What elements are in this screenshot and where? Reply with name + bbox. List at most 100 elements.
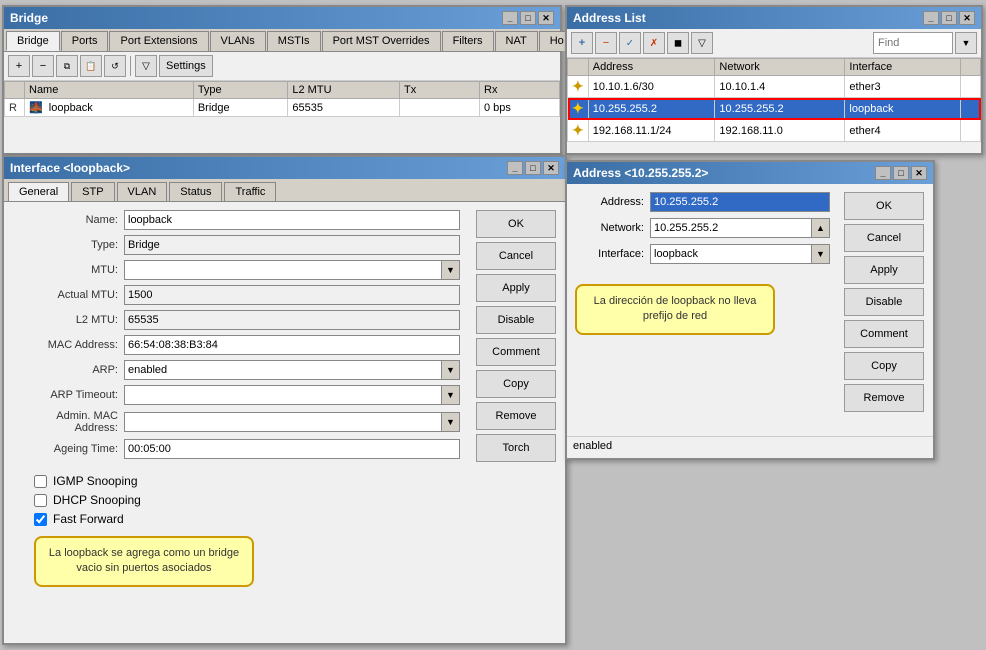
- tab-port-mst[interactable]: Port MST Overrides: [322, 31, 441, 51]
- addr-dialog-maximize-btn[interactable]: □: [893, 166, 909, 180]
- addr-ok-btn[interactable]: OK: [844, 192, 924, 220]
- addr-network-arrow[interactable]: ▲: [812, 218, 830, 238]
- loopback-tooltip-area: La loopback se agrega como un bridge vac…: [34, 536, 254, 587]
- add-btn[interactable]: +: [8, 55, 30, 77]
- iface-maximize-btn[interactable]: □: [525, 161, 541, 175]
- addr-interface-input[interactable]: [650, 244, 812, 264]
- tab-vlan[interactable]: VLAN: [117, 182, 168, 201]
- admin-mac-dropdown-btn[interactable]: ▼: [442, 412, 460, 432]
- copy-btn[interactable]: ⧉: [56, 55, 78, 77]
- settings-btn[interactable]: Settings: [159, 55, 213, 77]
- search-input[interactable]: [873, 32, 953, 54]
- tab-general[interactable]: General: [8, 182, 69, 201]
- igmp-checkbox[interactable]: [34, 475, 47, 488]
- arp-input[interactable]: [124, 360, 442, 380]
- disable-button[interactable]: Disable: [476, 306, 556, 334]
- iface-minimize-btn[interactable]: _: [507, 161, 523, 175]
- addr-minimize-btn[interactable]: _: [923, 11, 939, 25]
- addr-col-interface[interactable]: Interface: [845, 59, 961, 76]
- tab-ports[interactable]: Ports: [61, 31, 109, 51]
- remove-btn[interactable]: −: [32, 55, 54, 77]
- torch-button[interactable]: Torch: [476, 434, 556, 462]
- tab-port-extensions[interactable]: Port Extensions: [109, 31, 208, 51]
- remove-button[interactable]: Remove: [476, 402, 556, 430]
- ageing-row: Ageing Time:: [14, 439, 460, 459]
- iface-close-btn[interactable]: ✕: [543, 161, 559, 175]
- dhcp-checkbox[interactable]: [34, 494, 47, 507]
- addr-dialog-close-btn[interactable]: ✕: [911, 166, 927, 180]
- addr-row-3[interactable]: ✦ 192.168.11.1/24 192.168.11.0 ether4: [568, 120, 981, 142]
- reset-btn[interactable]: ↺: [104, 55, 126, 77]
- tab-status[interactable]: Status: [169, 182, 222, 201]
- addr-filter-btn[interactable]: ▽: [691, 32, 713, 54]
- addr-dialog-minimize-btn[interactable]: _: [875, 166, 891, 180]
- tab-traffic[interactable]: Traffic: [224, 182, 276, 201]
- addr-status-bar: enabled: [567, 436, 933, 458]
- tab-bridge[interactable]: Bridge: [6, 31, 60, 51]
- col-rx[interactable]: Rx: [480, 82, 560, 99]
- tab-filters[interactable]: Filters: [442, 31, 494, 51]
- bridge-close-btn[interactable]: ✕: [538, 11, 554, 25]
- arp-timeout-input[interactable]: [124, 385, 442, 405]
- apply-button[interactable]: Apply: [476, 274, 556, 302]
- addr-cancel-btn[interactable]: Cancel: [844, 224, 924, 252]
- addr-disable-btn[interactable]: Disable: [844, 288, 924, 316]
- arp-dropdown-btn[interactable]: ▼: [442, 360, 460, 380]
- search-dropdown-btn[interactable]: ▼: [955, 32, 977, 54]
- addr-disable-btn[interactable]: ✗: [643, 32, 665, 54]
- bridge-maximize-btn[interactable]: □: [520, 11, 536, 25]
- filter-btn[interactable]: ▽: [135, 55, 157, 77]
- addr-remove-btn[interactable]: Remove: [844, 384, 924, 412]
- col-tx[interactable]: Tx: [400, 82, 480, 99]
- addr-interface-arrow[interactable]: ▼: [812, 244, 830, 264]
- addr-enable-btn[interactable]: ✓: [619, 32, 641, 54]
- bridge-icon: 🌉: [29, 102, 43, 114]
- addr-address-input[interactable]: [650, 192, 830, 212]
- addr-close-btn[interactable]: ✕: [959, 11, 975, 25]
- addr-tag-btn[interactable]: ◼: [667, 32, 689, 54]
- addr-row-2-network: 10.255.255.2: [715, 98, 845, 120]
- ok-button[interactable]: OK: [476, 210, 556, 238]
- addr-copy-btn[interactable]: Copy: [844, 352, 924, 380]
- addr-apply-btn[interactable]: Apply: [844, 256, 924, 284]
- mtu-dropdown-btn[interactable]: ▼: [442, 260, 460, 280]
- addr-add-btn[interactable]: +: [571, 32, 593, 54]
- row-name: 🌉 loopback: [25, 99, 194, 117]
- bridge-minimize-btn[interactable]: _: [502, 11, 518, 25]
- comment-button[interactable]: Comment: [476, 338, 556, 366]
- addr-remove-btn[interactable]: −: [595, 32, 617, 54]
- addr-network-input[interactable]: [650, 218, 812, 238]
- name-input[interactable]: [124, 210, 460, 230]
- mac-input[interactable]: [124, 335, 460, 355]
- interface-window: Interface <loopback> _ □ ✕ General STP V…: [2, 155, 567, 645]
- tab-stp[interactable]: STP: [71, 182, 114, 201]
- addr-col-extra: [961, 59, 981, 76]
- arp-timeout-dropdown-btn[interactable]: ▼: [442, 385, 460, 405]
- col-l2mtu[interactable]: L2 MTU: [288, 82, 400, 99]
- addr-col-address[interactable]: Address: [588, 59, 715, 76]
- tab-vlans[interactable]: VLANs: [210, 31, 266, 51]
- col-name[interactable]: Name: [25, 82, 194, 99]
- table-row[interactable]: R 🌉 loopback Bridge 65535 0 bps: [5, 99, 560, 117]
- actual-mtu-label: Actual MTU:: [14, 289, 124, 301]
- paste-btn[interactable]: 📋: [80, 55, 102, 77]
- fast-forward-checkbox[interactable]: [34, 513, 47, 526]
- actual-mtu-input[interactable]: [124, 285, 460, 305]
- addr-maximize-btn[interactable]: □: [941, 11, 957, 25]
- tab-nat[interactable]: NAT: [495, 31, 538, 51]
- l2mtu-input[interactable]: [124, 310, 460, 330]
- addr-row-2-address: 10.255.255.2: [588, 98, 715, 120]
- type-input[interactable]: [124, 235, 460, 255]
- ageing-input[interactable]: [124, 439, 460, 459]
- row-type: Bridge: [193, 99, 288, 117]
- mtu-input[interactable]: [124, 260, 442, 280]
- tab-mstis[interactable]: MSTIs: [267, 31, 321, 51]
- admin-mac-input[interactable]: [124, 412, 442, 432]
- addr-row-1[interactable]: ✦ 10.10.1.6/30 10.10.1.4 ether3: [568, 76, 981, 98]
- copy-button[interactable]: Copy: [476, 370, 556, 398]
- addr-col-network[interactable]: Network: [715, 59, 845, 76]
- cancel-button[interactable]: Cancel: [476, 242, 556, 270]
- col-type[interactable]: Type: [193, 82, 288, 99]
- addr-row-2[interactable]: ✦ 10.255.255.2 10.255.255.2 loopback: [568, 98, 981, 120]
- addr-comment-btn[interactable]: Comment: [844, 320, 924, 348]
